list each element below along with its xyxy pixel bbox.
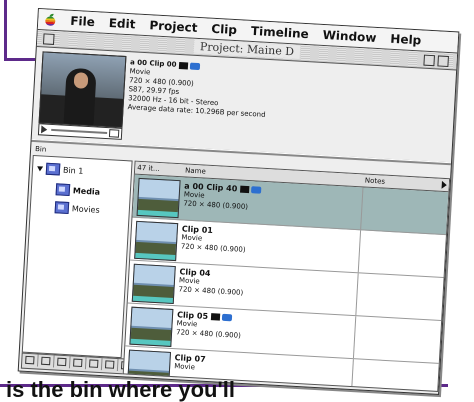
column-divider xyxy=(360,187,364,230)
clip-info: a 00 Clip 00 Movie 720 × 480 (0.900) S87… xyxy=(127,58,268,120)
audio-badge-icon xyxy=(221,313,233,322)
menu-clip[interactable]: Clip xyxy=(211,22,237,37)
scrub-track[interactable] xyxy=(51,128,108,135)
folder-icon xyxy=(45,162,61,176)
clip-thumbnail xyxy=(136,177,181,219)
clip-thumbnail xyxy=(131,263,176,305)
thumbnail-view-icon[interactable] xyxy=(85,357,103,371)
new-bin-icon[interactable] xyxy=(37,354,55,368)
clip-type: Movie xyxy=(173,362,196,372)
video-badge-icon xyxy=(210,313,221,321)
close-box-icon[interactable] xyxy=(42,33,55,45)
audio-badge-icon xyxy=(251,186,262,194)
collapse-box-icon[interactable] xyxy=(437,55,449,67)
clip-text: a 00 Clip 40 Movie 720 × 480 (0.900) xyxy=(183,181,262,212)
clip-text: Clip 07 Movie xyxy=(174,353,206,373)
folder-icon xyxy=(55,183,71,197)
menu-help[interactable]: Help xyxy=(390,32,422,48)
clip-text: Clip 05 Movie 720 × 480 (0.900) xyxy=(176,310,242,341)
menu-file[interactable]: File xyxy=(70,14,95,29)
column-count[interactable]: 47 it... xyxy=(137,164,167,174)
column-name[interactable]: Name xyxy=(185,166,206,175)
bin-area-label: Bin xyxy=(34,145,47,154)
clip-thumbnail xyxy=(129,306,174,347)
column-divider xyxy=(355,273,359,316)
list-view-icon[interactable] xyxy=(53,355,71,369)
trash-icon[interactable] xyxy=(69,356,87,370)
apple-menu-icon[interactable] xyxy=(44,13,57,26)
tree-item-label: Movies xyxy=(71,203,100,215)
menu-timeline[interactable]: Timeline xyxy=(251,24,310,41)
column-notes[interactable]: Notes xyxy=(365,177,386,186)
tree-item-media[interactable]: Media xyxy=(55,183,101,197)
menu-project[interactable]: Project xyxy=(149,18,198,35)
menu-window[interactable]: Window xyxy=(322,28,377,45)
clip-text: Clip 01 Movie 720 × 480 (0.900) xyxy=(181,224,247,255)
icon-view-icon[interactable] xyxy=(101,358,119,372)
audio-badge-icon xyxy=(190,62,201,70)
folder-icon xyxy=(54,201,70,215)
bin-tree: Bin 1 Media Movies xyxy=(21,154,133,359)
column-divider xyxy=(350,359,354,392)
video-badge-icon xyxy=(179,61,189,69)
tree-item-movies[interactable]: Movies xyxy=(54,201,100,215)
expand-arrow-icon[interactable] xyxy=(441,180,447,190)
video-badge-icon xyxy=(240,185,250,194)
column-divider xyxy=(357,230,362,273)
column-divider xyxy=(352,316,357,359)
premiere-project-window: File Edit Project Clip Timeline Window H… xyxy=(17,8,460,395)
play-icon[interactable] xyxy=(41,125,48,134)
disclosure-triangle-icon[interactable] xyxy=(36,165,44,172)
zoom-box-icon[interactable] xyxy=(423,54,435,67)
tree-item-label: Bin 1 xyxy=(62,165,84,176)
tree-item-bin-1[interactable]: Bin 1 xyxy=(36,162,84,177)
slide: File Edit Project Clip Timeline Window H… xyxy=(0,0,474,402)
menu-edit[interactable]: Edit xyxy=(108,16,135,31)
tree-item-label: Media xyxy=(72,185,101,197)
find-icon[interactable] xyxy=(22,353,39,367)
clip-list: 47 it... Name Notes a 00 Clip 40 Movie 7… xyxy=(122,160,451,392)
slide-caption: is the bin where you'll xyxy=(6,377,235,402)
poster-frame-icon[interactable] xyxy=(108,129,120,138)
clip-preview-thumbnail[interactable] xyxy=(38,51,127,128)
clip-text: Clip 04 Movie 720 × 480 (0.900) xyxy=(178,267,244,298)
clip-thumbnail xyxy=(134,220,179,262)
